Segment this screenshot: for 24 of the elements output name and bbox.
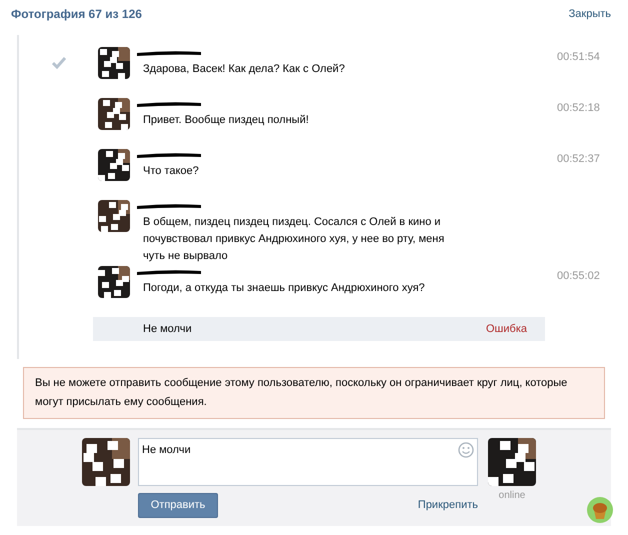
message-text: Что такое?: [143, 164, 200, 179]
message-text: Привет. Вообще пиздец полный!: [143, 113, 310, 128]
attach-link[interactable]: Прикрепить: [418, 497, 478, 514]
message-text: Не молчи: [143, 322, 192, 337]
redaction-mark: [135, 202, 203, 210]
message-time: 00:52:37: [557, 153, 600, 165]
message-text: Здарова, Васек! Как дела? Как с Олей?: [143, 62, 346, 77]
close-link[interactable]: Закрыть: [568, 6, 617, 22]
message-time: 00:52:18: [557, 102, 600, 114]
message-text: В общем, пиздец пиздец пиздец. Сосался с Олей в кино и почувствовал привкус Андрюхиного хуя, у нее во рту, меня чуть не вырвало: [143, 215, 446, 264]
message-input[interactable]: Не молчи: [138, 438, 478, 486]
message-time: 00:55:02: [557, 270, 600, 282]
error-status: Ошибка: [486, 322, 527, 337]
send-button[interactable]: Отправить: [138, 493, 218, 518]
redaction-mark: [135, 151, 203, 159]
redaction-mark: [135, 49, 203, 57]
redaction-mark: [135, 100, 203, 108]
message-time: 00:51:54: [557, 51, 600, 63]
online-status: online: [498, 489, 526, 503]
redaction-mark: [135, 268, 203, 276]
message-text: Погоди, а откуда ты знаешь привкус Андрюхиного хуя?: [143, 281, 426, 296]
photo-counter: Фотография 67 из 126: [11, 6, 142, 23]
cupcake-icon[interactable]: [586, 496, 614, 524]
error-notice: Вы не можете отправить сообщение этому пользователю, поскольку он ограничивает круг лиц, которые могут присылать ему сообщения.: [35, 376, 568, 410]
